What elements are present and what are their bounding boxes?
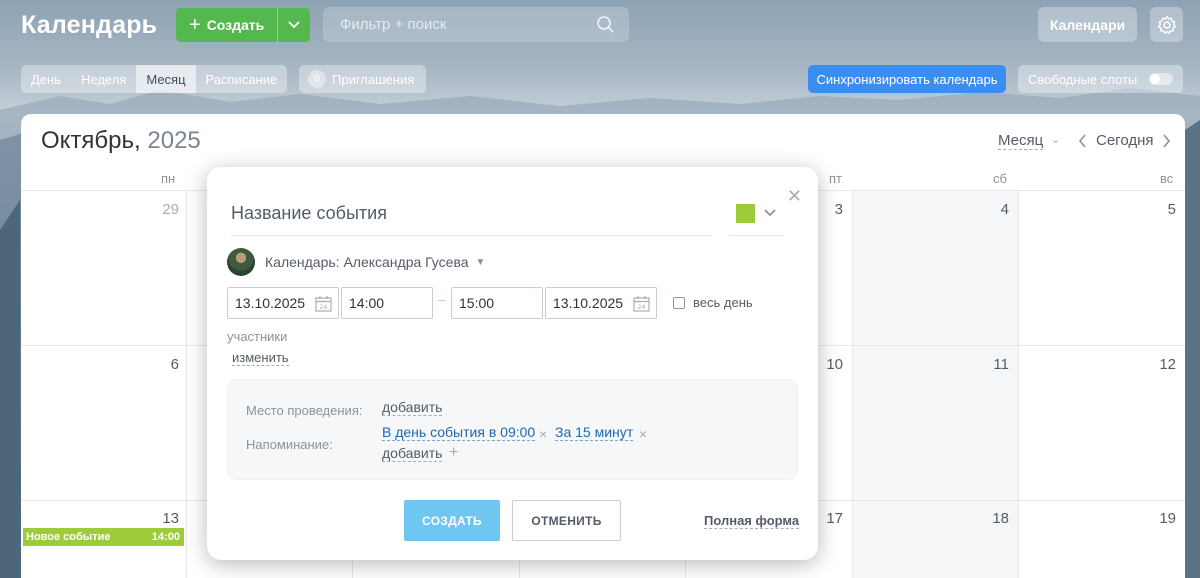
time-to-field[interactable]: 15:00 <box>451 287 543 319</box>
event-name-input[interactable]: Название события <box>231 191 712 236</box>
create-main[interactable]: + Создать <box>176 8 278 42</box>
all-day-checkbox[interactable]: весь день <box>673 295 753 310</box>
color-swatch <box>736 203 755 223</box>
chevron-down-icon <box>288 21 300 29</box>
free-slots-toggle[interactable]: Свободные слоты <box>1018 65 1183 93</box>
month-name: Октябрь, <box>41 127 141 154</box>
view-tabs: День Неделя Месяц Расписание <box>21 65 288 93</box>
day-cell-11[interactable]: 11 <box>979 356 1009 373</box>
free-slots-label: Свободные слоты <box>1028 71 1138 87</box>
date-to-value: 13.10.2025 <box>553 295 624 311</box>
create-event-button[interactable]: СОЗДАТЬ <box>404 500 500 541</box>
day-cell-13[interactable]: 13 <box>149 510 179 527</box>
gear-icon <box>1157 15 1176 34</box>
calendar-icon[interactable]: 24 <box>315 295 332 312</box>
create-button[interactable]: + Создать <box>176 8 310 42</box>
day-cell-5[interactable]: 5 <box>1146 201 1176 218</box>
chevron-down-icon[interactable]: ⌄ <box>1051 133 1060 146</box>
invites-label: Приглашения <box>332 71 415 87</box>
chevron-left-icon[interactable] <box>1078 134 1088 148</box>
invites-count-badge: 0 <box>308 70 326 88</box>
top-bar: Календарь + Создать Фильтр + поиск Кален… <box>0 0 1200 52</box>
date-from-value: 13.10.2025 <box>235 295 306 311</box>
create-dropdown-button[interactable] <box>278 21 310 29</box>
view-select[interactable]: Месяц <box>998 132 1044 150</box>
chevron-down-icon: ▼ <box>475 256 486 268</box>
plus-icon: + <box>189 14 201 36</box>
time-to-value: 15:00 <box>459 295 495 311</box>
avatar <box>227 248 255 276</box>
reminder-item-1[interactable]: В день события в 09:00 <box>382 424 536 441</box>
month-title: Октябрь, 2025 <box>41 127 201 155</box>
grid-divider <box>852 191 853 578</box>
search-placeholder: Фильтр + поиск <box>340 16 447 33</box>
time-from-field[interactable]: 14:00 <box>341 287 433 319</box>
day-cell-6[interactable]: 6 <box>149 356 179 373</box>
calendar-owner-select[interactable]: Календарь: Александра Гусева ▼ <box>227 248 485 276</box>
tab-month[interactable]: Месяц <box>136 65 196 93</box>
weekday-sun: вс <box>1160 171 1174 186</box>
owner-label: Календарь: Александра Гусева <box>265 254 469 270</box>
grid-divider <box>186 191 187 578</box>
tab-day[interactable]: День <box>21 65 71 93</box>
day-cell-19[interactable]: 19 <box>1146 510 1176 527</box>
close-icon[interactable]: ✕ <box>787 187 802 205</box>
reminder-item-2[interactable]: За 15 минут <box>555 424 634 441</box>
add-location-link[interactable]: добавить <box>382 399 443 416</box>
date-from-field[interactable]: 13.10.2025 24 <box>227 287 339 319</box>
chevron-down-icon <box>764 209 776 217</box>
tab-schedule[interactable]: Расписание <box>196 65 288 93</box>
event-time: 14:00 <box>151 531 180 543</box>
calendar-icon[interactable]: 24 <box>633 295 650 312</box>
calendars-button[interactable]: Календари <box>1038 7 1137 42</box>
full-form-link[interactable]: Полная форма <box>704 513 800 529</box>
reminder-label: Напоминание: <box>246 437 333 452</box>
weekday-fri: пт <box>829 171 842 186</box>
search-input[interactable]: Фильтр + поиск <box>323 7 629 42</box>
quick-event-popup: ✕ Название события Календарь: Александра… <box>207 167 818 560</box>
color-select[interactable] <box>729 191 784 236</box>
remove-reminder-icon[interactable]: × <box>639 427 647 441</box>
checkbox[interactable] <box>673 296 685 309</box>
event-options-box: Место проведения: добавить Напоминание: … <box>227 379 798 480</box>
weekday-sat: сб <box>993 171 1007 186</box>
all-day-label: весь день <box>693 295 753 310</box>
settings-button[interactable] <box>1150 7 1183 42</box>
year: 2025 <box>147 127 201 154</box>
day-cell-12[interactable]: 12 <box>1146 356 1176 373</box>
cancel-button[interactable]: ОТМЕНИТЬ <box>512 500 621 541</box>
add-reminder-link[interactable]: добавить <box>382 445 443 462</box>
time-from-value: 14:00 <box>349 295 385 311</box>
plus-icon[interactable]: + <box>449 445 458 461</box>
today-button[interactable]: Сегодня <box>1096 132 1154 149</box>
participants-label: участники <box>227 329 288 344</box>
day-cell-4[interactable]: 4 <box>979 201 1009 218</box>
tab-week[interactable]: Неделя <box>71 65 136 93</box>
date-to-field[interactable]: 13.10.2025 24 <box>545 287 657 319</box>
change-participants-link[interactable]: изменить <box>232 350 289 366</box>
range-dash: – <box>438 291 446 307</box>
remove-reminder-icon[interactable]: × <box>539 427 547 441</box>
weekday-mon: пн <box>161 171 176 186</box>
search-icon[interactable] <box>596 15 615 34</box>
toggle-switch[interactable] <box>1149 73 1173 85</box>
invitations-button[interactable]: 0 Приглашения <box>299 65 426 93</box>
event-title: Новое событие <box>26 531 111 543</box>
calendar-event[interactable]: Новое событие 14:00 <box>23 528 184 546</box>
day-cell-29[interactable]: 29 <box>149 201 179 218</box>
app-title: Календарь <box>21 11 158 39</box>
svg-text:24: 24 <box>638 304 646 311</box>
chevron-right-icon[interactable] <box>1161 134 1171 148</box>
sync-calendar-button[interactable]: Синхронизировать календарь <box>808 65 1006 93</box>
location-label: Место проведения: <box>246 403 363 418</box>
grid-divider <box>1018 191 1019 578</box>
calendar-header: Октябрь, 2025 Месяц ⌄ Сегодня <box>21 114 1185 166</box>
svg-text:24: 24 <box>320 304 328 311</box>
create-label: Создать <box>206 17 265 33</box>
event-name-placeholder: Название события <box>231 202 387 223</box>
day-cell-18[interactable]: 18 <box>979 510 1009 527</box>
